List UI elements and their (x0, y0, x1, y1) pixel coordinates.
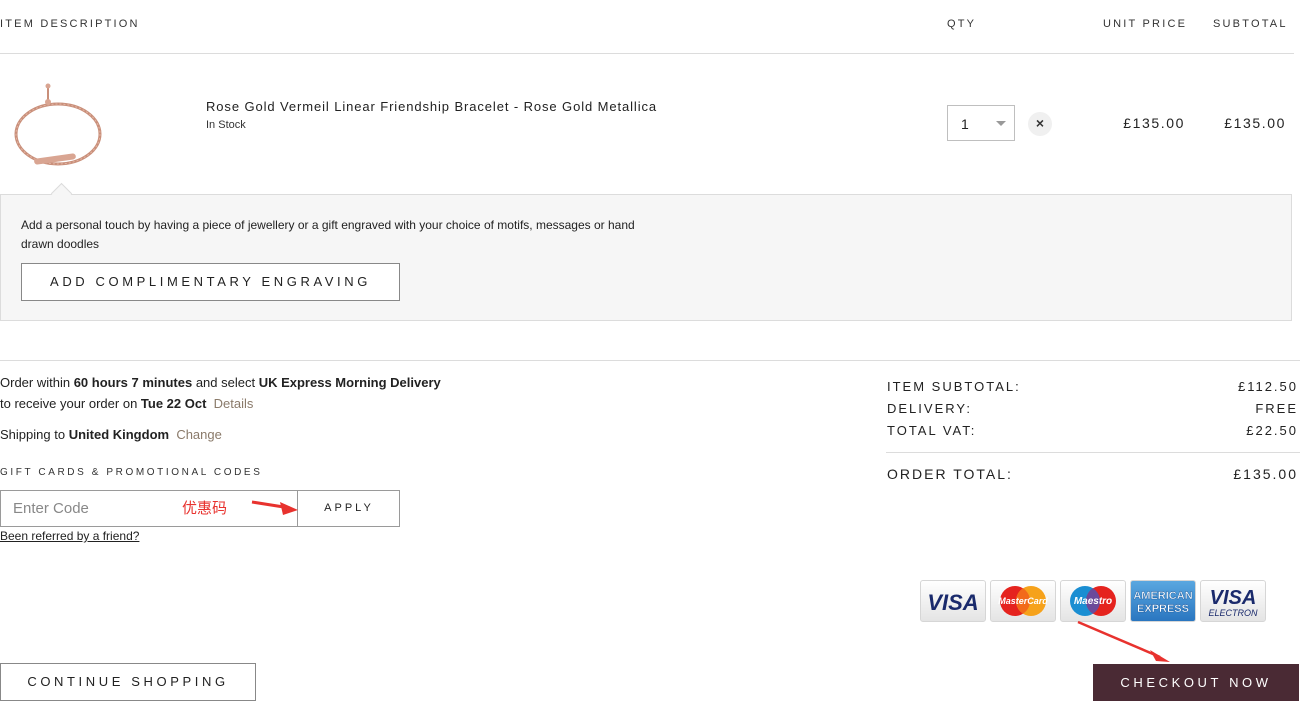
american-express-icon: AMERICAN EXPRESS (1130, 580, 1196, 622)
engraving-panel (0, 194, 1292, 321)
vat-value: £22.50 (1246, 423, 1298, 438)
promo-annotation: 优惠码 (182, 499, 228, 517)
engraving-description: Add a personal touch by having a piece o… (21, 218, 635, 251)
unit-price: £135.00 (1123, 115, 1185, 131)
svg-text:EXPRESS: EXPRESS (1137, 603, 1189, 615)
stock-status: In Stock (206, 119, 246, 131)
shipping-country: United Kingdom (68, 427, 170, 442)
header-subtotal: SUBTOTAL (1213, 18, 1288, 30)
delivery-line-2: to receive your order on Tue 22 Oct Deta… (0, 396, 254, 411)
delivery-date: Tue 22 Oct (140, 396, 207, 411)
delivery-line-1: Order within 60 hours 7 minutes and sele… (0, 375, 441, 390)
shipping-line: Shipping to United Kingdom Change (0, 427, 222, 442)
vat-label: TOTAL VAT: (887, 423, 977, 438)
svg-text:AMERICAN: AMERICAN (1133, 590, 1192, 602)
change-country-link[interactable]: Change (176, 427, 222, 442)
svg-text:MasterCard: MasterCard (998, 596, 1048, 606)
line-subtotal: £135.00 (1224, 115, 1286, 131)
maestro-icon: Maestro (1060, 580, 1126, 622)
close-icon: × (1035, 115, 1045, 131)
item-subtotal-value: £112.50 (1237, 379, 1298, 394)
visa-icon: VISA (920, 580, 986, 622)
quantity-select[interactable]: 1 (947, 105, 1015, 141)
delivery-countdown: 60 hours 7 minutes (73, 375, 193, 390)
promo-section-label: GIFT CARDS & PROMOTIONAL CODES (0, 467, 263, 478)
summary-divider (886, 452, 1300, 453)
order-total-value: £135.00 (1233, 466, 1298, 482)
item-subtotal-label: ITEM SUBTOTAL: (887, 379, 1021, 394)
header-unit-price: UNIT PRICE (1103, 18, 1188, 30)
header-qty: QTY (947, 18, 977, 30)
product-image[interactable] (8, 78, 108, 178)
section-divider (0, 360, 1300, 361)
delivery-service: UK Express Morning Delivery (258, 375, 441, 390)
header-divider (0, 53, 1294, 54)
bracelet-image (14, 83, 102, 166)
checkout-now-button[interactable]: CHECKOUT NOW (1093, 664, 1299, 701)
order-total-label: ORDER TOTAL: (887, 466, 1013, 482)
header-item-description: ITEM DESCRIPTION (0, 18, 140, 30)
svg-text:ELECTRON: ELECTRON (1208, 608, 1258, 618)
delivery-value: FREE (1255, 401, 1298, 416)
svg-text:VISA: VISA (1210, 587, 1257, 609)
mastercard-icon: MasterCard (990, 580, 1056, 622)
svg-text:VISA: VISA (927, 590, 978, 615)
chevron-down-icon (996, 121, 1006, 126)
add-engraving-button[interactable]: ADD COMPLIMENTARY ENGRAVING (21, 263, 400, 301)
visa-electron-icon: VISA ELECTRON (1200, 580, 1266, 622)
quantity-value: 1 (961, 116, 969, 132)
promo-code-input[interactable] (1, 491, 296, 526)
continue-shopping-button[interactable]: CONTINUE SHOPPING (0, 663, 256, 701)
remove-item-button[interactable]: × (1028, 112, 1052, 136)
delivery-info: Order within 60 hours 7 minutes and sele… (0, 372, 441, 445)
svg-text:Maestro: Maestro (1074, 596, 1112, 607)
product-name[interactable]: Rose Gold Vermeil Linear Friendship Brac… (206, 99, 657, 114)
referred-link[interactable]: Been referred by a friend? (0, 529, 139, 543)
arrow-to-checkout-icon (1077, 620, 1170, 662)
apply-button[interactable]: APPLY (297, 491, 400, 526)
delivery-label: DELIVERY: (887, 401, 972, 416)
delivery-details-link[interactable]: Details (214, 396, 254, 411)
